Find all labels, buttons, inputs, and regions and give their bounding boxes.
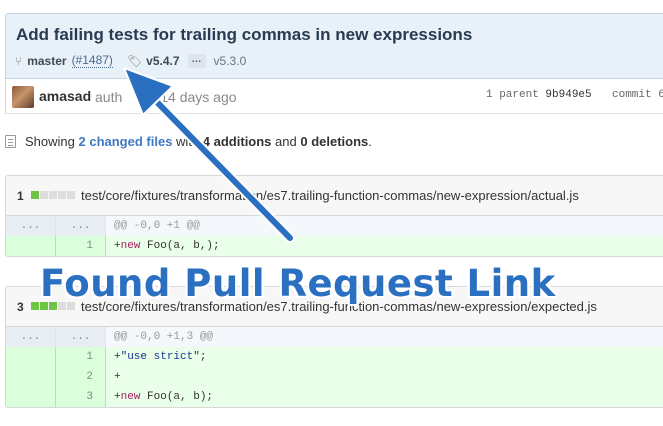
keyword: new bbox=[120, 240, 141, 252]
commit-sha-label: commit 68 bbox=[612, 89, 663, 101]
commit-title: Add failing tests for trailing commas in… bbox=[16, 25, 473, 44]
file-change-count: 3 bbox=[17, 300, 24, 314]
plus-sign: + bbox=[114, 391, 121, 403]
expand-right[interactable]: ... bbox=[56, 216, 106, 236]
line-num-new[interactable]: 1 bbox=[56, 236, 106, 256]
expand-right[interactable]: ... bbox=[56, 327, 106, 347]
file-diff-icon bbox=[5, 135, 16, 148]
expand-left[interactable]: ... bbox=[6, 327, 56, 347]
expand-left[interactable]: ... bbox=[6, 216, 56, 236]
tag-icon: 🏷︎ bbox=[126, 53, 143, 68]
branch-icon: ⑂ bbox=[15, 53, 23, 68]
diff-line: 1 +new Foo(a, b,); bbox=[6, 236, 663, 256]
author-name[interactable]: amasad bbox=[39, 88, 91, 104]
changed-files-link[interactable]: 2 changed files bbox=[79, 134, 173, 149]
hunk-text: @@ -0,0 +1,3 @@ bbox=[114, 331, 214, 343]
authored-time: auth 14 days ago bbox=[95, 89, 237, 105]
string-literal: "use strict" bbox=[120, 351, 200, 363]
branch-row: ⑂ master (#1487) 🏷︎ v5.4.7 … v5.3.0 bbox=[15, 53, 246, 68]
line-num-old[interactable] bbox=[6, 236, 56, 256]
pull-request-link[interactable]: (#1487) bbox=[71, 53, 113, 68]
code-line: +new Foo(a, b,); bbox=[106, 236, 663, 256]
parent-sha[interactable]: 9b949e5 bbox=[545, 89, 591, 101]
branch-name[interactable]: master bbox=[27, 54, 66, 68]
line-num-old[interactable] bbox=[6, 367, 56, 387]
keyword: new bbox=[120, 391, 141, 403]
code-line: +new Foo(a, b); bbox=[106, 387, 663, 407]
line-num-new[interactable]: 3 bbox=[56, 387, 106, 407]
diffstat-block bbox=[40, 191, 48, 199]
deletions-count: 0 deletions bbox=[300, 134, 369, 149]
line-num-old[interactable] bbox=[6, 347, 56, 367]
diffstat-block bbox=[67, 191, 75, 199]
hunk-text: @@ -0,0 +1 @@ bbox=[114, 220, 200, 232]
plus-sign: + bbox=[114, 351, 121, 363]
summary-end: . bbox=[368, 134, 372, 149]
more-tags-button[interactable]: … bbox=[187, 53, 206, 68]
avatar[interactable] bbox=[12, 86, 34, 108]
plus-sign: + bbox=[114, 371, 121, 383]
authored-prefix: auth bbox=[95, 89, 123, 105]
plus-sign: + bbox=[114, 240, 121, 252]
code-line: +"use strict"; bbox=[106, 347, 663, 367]
line-num-new[interactable]: 2 bbox=[56, 367, 106, 387]
summary-prefix: Showing bbox=[25, 134, 75, 149]
line-num-new[interactable]: 1 bbox=[56, 347, 106, 367]
annotation-label: Found Pull Request Link bbox=[40, 262, 556, 305]
code-text: ; bbox=[199, 351, 207, 363]
diffstat-block bbox=[49, 191, 57, 199]
commit-meta: amasad auth 14 days ago 1 parent 9b949e5 … bbox=[5, 79, 663, 114]
summary-and: and bbox=[275, 134, 297, 149]
summary-with: with bbox=[176, 134, 200, 149]
file-change-count: 1 bbox=[17, 189, 24, 203]
code-line: + bbox=[106, 367, 663, 387]
code-text: Foo(a, b); bbox=[140, 391, 214, 403]
diff-line: 2 + bbox=[6, 367, 663, 387]
line-num-old[interactable] bbox=[6, 387, 56, 407]
parent-label: 1 parent bbox=[486, 89, 539, 101]
parent-info: 1 parent 9b949e5 bbox=[486, 89, 592, 101]
diff-line: 1 +"use strict"; bbox=[6, 347, 663, 367]
commit-header: Add failing tests for trailing commas in… bbox=[5, 13, 663, 79]
file-path[interactable]: test/core/fixtures/transformation/es7.tr… bbox=[81, 188, 579, 203]
diffstat-block bbox=[31, 191, 39, 199]
diff-line: 3 +new Foo(a, b); bbox=[6, 387, 663, 407]
additions-count: 4 additions bbox=[202, 134, 272, 149]
diffstat-bar bbox=[31, 191, 76, 199]
diffstat-block bbox=[31, 302, 39, 310]
diffstat-block bbox=[58, 191, 66, 199]
file-diff-actual: 1 test/core/fixtures/transformation/es7.… bbox=[5, 175, 663, 257]
hunk-header: ... ... @@ -0,0 +1,3 @@ bbox=[6, 327, 663, 347]
file-header: 1 test/core/fixtures/transformation/es7.… bbox=[6, 176, 663, 216]
tag-primary[interactable]: v5.4.7 bbox=[146, 54, 179, 68]
hunk-header: ... ... @@ -0,0 +1 @@ bbox=[6, 216, 663, 236]
diff-summary: Showing 2 changed files with 4 additions… bbox=[5, 134, 372, 149]
authored-suffix: 14 days ago bbox=[160, 89, 237, 105]
tag-secondary[interactable]: v5.3.0 bbox=[214, 54, 247, 68]
code-text: Foo(a, b,); bbox=[140, 240, 220, 252]
